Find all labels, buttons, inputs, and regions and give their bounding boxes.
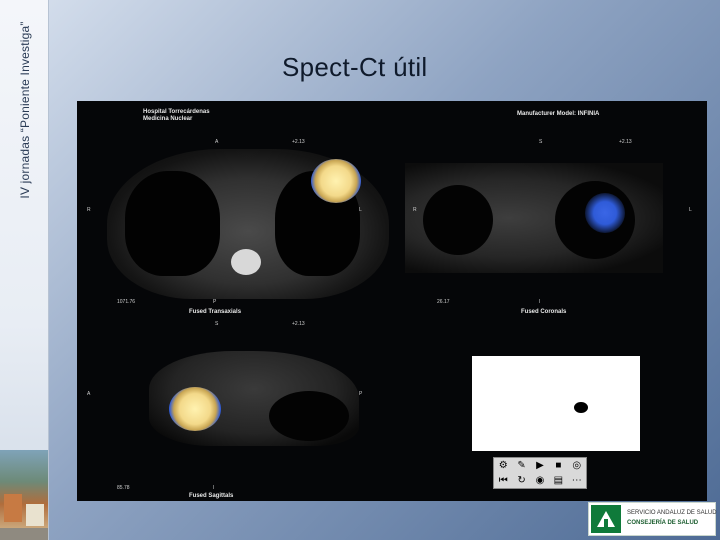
axial-left-marker: R: [87, 207, 91, 213]
viewer-toolbar: ⚙ ✎ ▶ ■ ◎ ⏮ ↻ ◉ ▤ ⋯: [493, 457, 587, 489]
sag-orient-top: S: [215, 321, 219, 327]
slide-title: Spect-Ct útil: [282, 52, 428, 82]
junta-emblem-icon: [591, 505, 621, 533]
stack-icon[interactable]: ▤: [549, 473, 567, 488]
department-name: Medicina Nuclear: [143, 116, 193, 122]
logo-line-1: SERVICIO ANDALUZ DE SALUD: [627, 510, 717, 516]
coronal-caption: Fused Coronals: [521, 309, 567, 315]
sag-bottom-marker: I: [213, 485, 215, 491]
sag-value: 85.78: [117, 485, 130, 491]
axial-value: 1071.76: [117, 299, 136, 305]
sag-left-marker: A: [87, 391, 91, 397]
manufacturer-label: Manufacturer Model: INFINIA: [517, 111, 600, 117]
sagittal-fused-image[interactable]: [149, 351, 359, 446]
axial-orient-top: A: [215, 139, 219, 145]
play-icon[interactable]: ▶: [531, 458, 549, 473]
sag-caption: Fused Sagittals: [189, 493, 234, 499]
coronal-value: 26.17: [437, 299, 450, 305]
eye-icon[interactable]: ◉: [531, 473, 549, 488]
sag-scale: +2.13: [292, 321, 305, 327]
more-icon[interactable]: ⋯: [568, 473, 586, 488]
tools-icon[interactable]: ⚙: [494, 458, 512, 473]
loop-icon[interactable]: ↻: [512, 473, 530, 488]
coronal-uptake: [585, 193, 625, 233]
axial-fused-image[interactable]: [107, 149, 389, 299]
uptake-focus: [311, 159, 361, 203]
sag-right-marker: P: [359, 391, 363, 397]
coronal-left-marker: R: [413, 207, 417, 213]
axial-bottom-marker: P: [213, 299, 217, 305]
first-frame-icon[interactable]: ⏮: [494, 473, 512, 488]
axial-right-marker: L: [359, 207, 362, 213]
logo-line-2: CONSEJERÍA DE SALUD: [627, 520, 699, 526]
target-icon[interactable]: ◎: [568, 458, 586, 473]
spect-ct-viewer: Hospital Torrecárdenas Medicina Nuclear …: [77, 101, 707, 501]
sidebar: IV jornadas “Poniente Investiga”: [0, 0, 49, 540]
mip-image[interactable]: [472, 356, 640, 451]
axial-caption: Fused Transaxials: [189, 309, 242, 315]
coronal-scale: +2.13: [619, 139, 632, 145]
stop-icon[interactable]: ■: [549, 458, 567, 473]
vertical-event-title: IV jornadas “Poniente Investiga”: [18, 21, 32, 199]
mip-hotspot: [574, 402, 588, 413]
health-service-logo: SERVICIO ANDALUZ DE SALUD CONSEJERÍA DE …: [588, 502, 717, 536]
building-photo: [0, 450, 48, 540]
sagittal-uptake: [169, 387, 221, 431]
pen-icon[interactable]: ✎: [512, 458, 530, 473]
coronal-right-marker: L: [689, 207, 692, 213]
coronal-bottom-marker: I: [539, 299, 541, 305]
coronal-fused-image[interactable]: [405, 163, 663, 273]
coronal-orient-top: S: [539, 139, 543, 145]
hospital-name: Hospital Torrecárdenas: [143, 109, 210, 115]
axial-scale: +2.13: [292, 139, 305, 145]
